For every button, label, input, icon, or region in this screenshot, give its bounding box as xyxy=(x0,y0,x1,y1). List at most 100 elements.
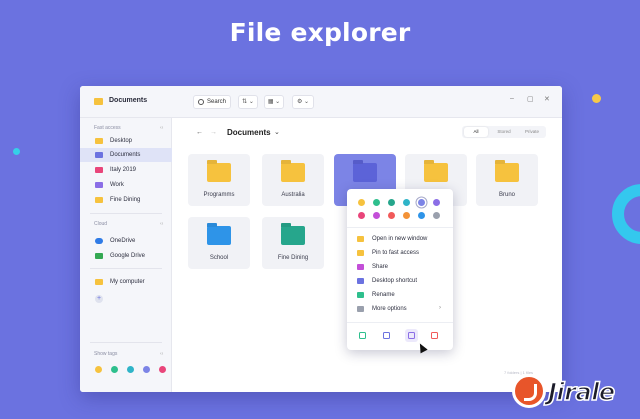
divider xyxy=(347,322,453,323)
folder-icon xyxy=(207,226,231,245)
tag-purple[interactable] xyxy=(143,366,150,373)
collapse-icon[interactable]: ‹‹ xyxy=(160,351,163,357)
close-button[interactable]: ✕ xyxy=(544,95,550,103)
sidebar-item-italy-2019[interactable]: Italy 2019 xyxy=(80,163,172,177)
excel-button[interactable] xyxy=(356,329,369,342)
tag-teal[interactable] xyxy=(127,366,134,373)
file-explorer-window: Documents Search ⇅ ⌄ ▦ ⌄ ⚙ ⌄ – ▢ ✕ Fast … xyxy=(80,86,562,392)
color-swatch[interactable] xyxy=(373,199,380,206)
folder-tile[interactable]: Fine Dining xyxy=(262,217,324,269)
folder-tile[interactable]: Bruno xyxy=(476,154,538,206)
search-label: Search xyxy=(207,99,227,105)
filter-private[interactable]: Private xyxy=(519,129,545,134)
color-swatch[interactable] xyxy=(388,199,395,206)
folder-label: Programms xyxy=(203,192,235,198)
sidebar-item-label: Work xyxy=(110,182,124,188)
show-tags-heading: Show tags xyxy=(94,351,118,357)
color-swatch[interactable] xyxy=(358,199,365,206)
collapse-icon[interactable]: ‹‹ xyxy=(160,125,163,131)
folder-tile[interactable]: School xyxy=(188,217,250,269)
folder-label: Bruno xyxy=(498,192,515,198)
folder-icon xyxy=(95,197,103,203)
forward-button[interactable]: → xyxy=(210,129,217,136)
maximize-button[interactable]: ▢ xyxy=(527,95,534,103)
menu-item-label: Desktop shortcut xyxy=(372,278,418,284)
sort-button[interactable]: ⇅ ⌄ xyxy=(238,95,258,109)
sidebar-item-label: My computer xyxy=(110,279,145,285)
sidebar-item-desktop[interactable]: Desktop xyxy=(80,134,172,148)
sidebar-item-google-drive[interactable]: Google Drive xyxy=(80,249,172,263)
add-icon[interactable]: + xyxy=(95,295,103,303)
filter-stored[interactable]: Stored xyxy=(492,129,516,134)
excel-icon xyxy=(359,332,366,339)
sidebar-item-label: OneDrive xyxy=(110,238,136,244)
divider xyxy=(90,213,162,214)
color-swatch-selected[interactable] xyxy=(418,199,425,206)
folder-icon xyxy=(281,163,305,182)
menu-item-share[interactable]: Share xyxy=(347,261,453,275)
divider xyxy=(90,268,162,269)
sidebar-item-fine-dining[interactable]: Fine Dining xyxy=(80,193,172,207)
rename-icon xyxy=(357,292,364,298)
settings-button[interactable]: ⚙ ⌄ xyxy=(292,95,314,109)
minimize-button[interactable]: – xyxy=(510,95,514,102)
color-swatch[interactable] xyxy=(433,199,440,206)
folder-icon xyxy=(95,167,103,173)
copy-button[interactable] xyxy=(380,329,393,342)
color-swatch[interactable] xyxy=(418,212,425,219)
collapse-icon[interactable]: ‹‹ xyxy=(160,221,163,227)
color-swatch[interactable] xyxy=(403,212,410,219)
folder-icon xyxy=(353,163,377,182)
tag-yellow[interactable] xyxy=(95,366,102,373)
filter-all[interactable]: All xyxy=(464,127,488,137)
sidebar-item-work[interactable]: Work xyxy=(80,178,172,192)
sidebar-item-my-computer[interactable]: My computer xyxy=(80,275,172,289)
folder-icon xyxy=(424,163,448,182)
folder-icon xyxy=(207,163,231,182)
back-button[interactable]: ← xyxy=(196,129,203,136)
folder-icon xyxy=(95,152,103,158)
folder-icon xyxy=(95,279,103,285)
search-icon xyxy=(198,99,204,105)
export-button[interactable] xyxy=(405,329,418,342)
tag-pink[interactable] xyxy=(159,366,166,373)
search-input[interactable]: Search xyxy=(193,95,231,109)
color-swatch[interactable] xyxy=(373,212,380,219)
sidebar-item-documents[interactable]: Documents xyxy=(80,148,172,162)
sidebar-item-label: Google Drive xyxy=(110,253,146,259)
tag-green[interactable] xyxy=(111,366,118,373)
chevron-down-icon[interactable]: ⌄ xyxy=(274,128,280,136)
folder-open-icon xyxy=(357,236,364,242)
folder-label: Australia xyxy=(281,192,305,198)
menu-item-more-options[interactable]: More options › xyxy=(347,303,453,317)
menu-item-desktop-shortcut[interactable]: Desktop shortcut xyxy=(347,275,453,289)
menu-item-pin[interactable]: Pin to fast access xyxy=(347,247,453,261)
share-icon xyxy=(357,264,364,270)
more-icon xyxy=(357,306,364,312)
folder-tile[interactable]: Australia xyxy=(262,154,324,206)
menu-item-label: Pin to fast access xyxy=(372,250,420,256)
color-swatch[interactable] xyxy=(388,212,395,219)
menu-item-label: More options xyxy=(372,306,407,312)
trash-icon xyxy=(431,332,438,339)
sidebar-item-onedrive[interactable]: OneDrive xyxy=(80,234,172,248)
sidebar-item-label: Fine Dining xyxy=(110,197,141,203)
sidebar-item-label: Italy 2019 xyxy=(110,167,137,173)
color-swatch[interactable] xyxy=(358,212,365,219)
copy-icon xyxy=(383,332,390,339)
color-swatch[interactable] xyxy=(433,212,440,219)
menu-item-open-new-window[interactable]: Open in new window xyxy=(347,233,453,247)
cloud-heading: Cloud xyxy=(94,221,108,227)
delete-button[interactable] xyxy=(428,329,441,342)
view-button[interactable]: ▦ ⌄ xyxy=(264,95,284,109)
folder-icon xyxy=(95,182,103,188)
window-title: Documents xyxy=(109,97,148,104)
export-icon xyxy=(408,332,415,339)
color-swatch[interactable] xyxy=(403,199,410,206)
breadcrumb[interactable]: Documents xyxy=(227,128,271,137)
sidebar-item-label: Documents xyxy=(110,152,141,158)
divider xyxy=(347,227,453,228)
menu-item-rename[interactable]: Rename xyxy=(347,289,453,303)
decorative-dot xyxy=(13,148,20,155)
folder-tile[interactable]: Programms xyxy=(188,154,250,206)
